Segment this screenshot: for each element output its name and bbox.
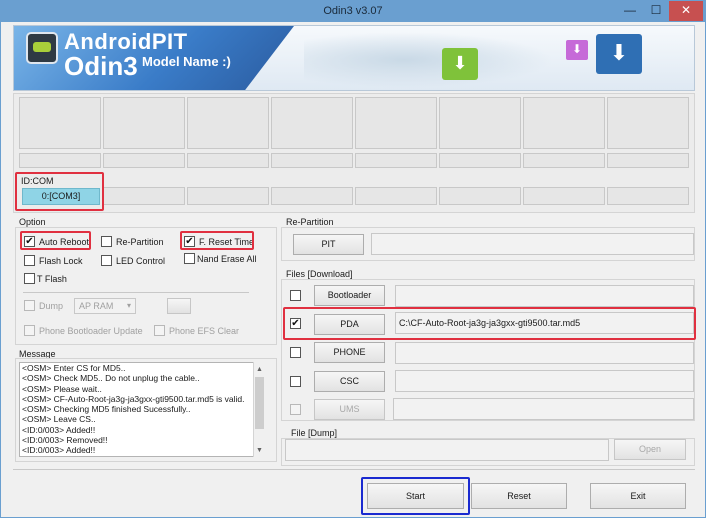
id-com-highlight xyxy=(15,172,104,211)
scroll-down-icon[interactable]: ▼ xyxy=(253,444,266,457)
port-progress-2 xyxy=(103,153,185,168)
option-title: Option xyxy=(19,217,46,227)
minimize-button[interactable]: — xyxy=(617,1,643,21)
ums-button[interactable]: UMS xyxy=(314,399,385,420)
nand-erase-all-label: Nand Erase All xyxy=(197,254,257,264)
log-line: <OSM> Check MD5.. Do not unplug the cabl… xyxy=(22,373,200,384)
download-icon-purple: ⬇ xyxy=(566,40,588,60)
t-flash-checkbox[interactable] xyxy=(24,273,35,284)
dump-checkbox[interactable] xyxy=(24,300,35,311)
port-status-7 xyxy=(523,97,605,149)
led-control-checkbox[interactable] xyxy=(101,255,112,266)
title-bar[interactable]: Odin3 v3.07 — ☐ ✕ xyxy=(1,1,705,22)
port-status-8 xyxy=(607,97,689,149)
pda-highlight xyxy=(283,307,696,340)
re-partition-label: Re-Partition xyxy=(116,237,164,247)
phone-bootloader-update-label: Phone Bootloader Update xyxy=(39,326,143,336)
log-line: <OSM> Checking MD5 finished Sucessfully.… xyxy=(22,404,191,415)
dump-target-select[interactable]: AP RAM ▾ xyxy=(74,298,136,314)
android-logo-icon xyxy=(26,32,58,64)
bootloader-checkbox[interactable] xyxy=(290,290,301,301)
ums-checkbox[interactable] xyxy=(290,404,301,415)
option-divider xyxy=(23,292,249,293)
port-progress-3 xyxy=(187,153,269,168)
message-log[interactable]: <OSM> Enter CS for MD5.. <OSM> Check MD5… xyxy=(19,362,266,457)
action-divider xyxy=(13,469,695,470)
port-status-2 xyxy=(103,97,185,149)
repartition-title: Re-Partition xyxy=(286,217,334,227)
dump-blank-button[interactable] xyxy=(167,298,191,314)
world-map-graphic xyxy=(304,32,554,88)
com-slot-7 xyxy=(523,187,605,205)
port-status-4 xyxy=(271,97,353,149)
re-partition-checkbox[interactable] xyxy=(101,236,112,247)
bootloader-button[interactable]: Bootloader xyxy=(314,285,385,306)
phone-checkbox[interactable] xyxy=(290,347,301,358)
dump-label: Dump xyxy=(39,301,64,311)
t-flash-label: T Flash xyxy=(37,274,67,284)
ums-path-field[interactable] xyxy=(393,398,694,420)
flash-lock-label: Flash Lock xyxy=(39,256,83,266)
port-status-1 xyxy=(19,97,101,149)
start-highlight xyxy=(361,477,470,515)
pit-button[interactable]: PIT xyxy=(293,234,364,255)
scroll-up-icon[interactable]: ▲ xyxy=(253,363,266,376)
port-progress-4 xyxy=(271,153,353,168)
csc-button[interactable]: CSC xyxy=(314,371,385,392)
log-line: <OSM> CF-Auto-Root-ja3g-ja3gxx-gti9500.t… xyxy=(22,393,245,404)
flash-lock-checkbox[interactable] xyxy=(24,255,35,266)
com-slot-3 xyxy=(187,187,269,205)
reset-button[interactable]: Reset xyxy=(471,483,567,509)
com-slot-4 xyxy=(271,187,353,205)
port-status-3 xyxy=(187,97,269,149)
com-slot-8 xyxy=(607,187,689,205)
message-scroll-thumb[interactable] xyxy=(255,377,264,429)
log-line: <ID:0/003> Added!! xyxy=(22,445,96,456)
log-line: <OSM> Enter CS for MD5.. xyxy=(22,363,126,373)
download-icon-green: ⬇ xyxy=(442,48,478,80)
phone-efs-clear-label: Phone EFS Clear xyxy=(169,326,240,336)
com-slot-6 xyxy=(439,187,521,205)
port-progress-7 xyxy=(523,153,605,168)
chevron-down-icon: ▾ xyxy=(126,301,131,310)
header-banner: AndroidPIT Odin3 Model Name :) ⬇ ⬇ ⬇ xyxy=(13,25,695,91)
open-button[interactable]: Open xyxy=(614,439,686,460)
port-progress-1 xyxy=(19,153,101,168)
log-line: <OSM> Please wait.. xyxy=(22,383,102,394)
phone-efs-clear-checkbox[interactable] xyxy=(154,325,165,336)
log-line: <OSM> Leave CS.. xyxy=(22,414,96,425)
phone-button[interactable]: PHONE xyxy=(314,342,385,363)
led-control-label: LED Control xyxy=(116,256,166,266)
csc-checkbox[interactable] xyxy=(290,376,301,387)
files-download-title: Files [Download] xyxy=(286,269,353,279)
exit-button[interactable]: Exit xyxy=(590,483,686,509)
pit-path-field[interactable] xyxy=(371,233,694,255)
csc-path-field[interactable] xyxy=(395,370,694,392)
nand-erase-all-checkbox[interactable] xyxy=(184,253,195,264)
close-button[interactable]: ✕ xyxy=(669,1,703,21)
odin-window: Odin3 v3.07 — ☐ ✕ AndroidPIT Odin3 Model… xyxy=(0,0,706,518)
f-reset-time-highlight xyxy=(180,231,254,250)
window-title: Odin3 v3.07 xyxy=(323,5,383,17)
port-status-6 xyxy=(439,97,521,149)
com-slot-2 xyxy=(103,187,185,205)
port-progress-6 xyxy=(439,153,521,168)
dump-target-value: AP RAM xyxy=(79,301,114,311)
log-line: <ID:0/003> Removed!! xyxy=(22,435,108,446)
download-icon-blue: ⬇ xyxy=(596,34,642,74)
port-progress-8 xyxy=(607,153,689,168)
port-status-5 xyxy=(355,97,437,149)
auto-reboot-highlight xyxy=(20,231,91,250)
log-line: <ID:0/003> Added!! xyxy=(22,424,96,435)
file-dump-title: File [Dump] xyxy=(291,428,338,438)
banner-product: Odin3 xyxy=(64,51,138,81)
dump-path-field[interactable] xyxy=(285,439,609,461)
model-name-label: Model Name :) xyxy=(142,54,231,69)
maximize-button[interactable]: ☐ xyxy=(643,1,669,21)
bootloader-path-field[interactable] xyxy=(395,285,694,307)
port-progress-5 xyxy=(355,153,437,168)
com-slot-5 xyxy=(355,187,437,205)
phone-path-field[interactable] xyxy=(395,342,694,364)
phone-bootloader-update-checkbox[interactable] xyxy=(24,325,35,336)
